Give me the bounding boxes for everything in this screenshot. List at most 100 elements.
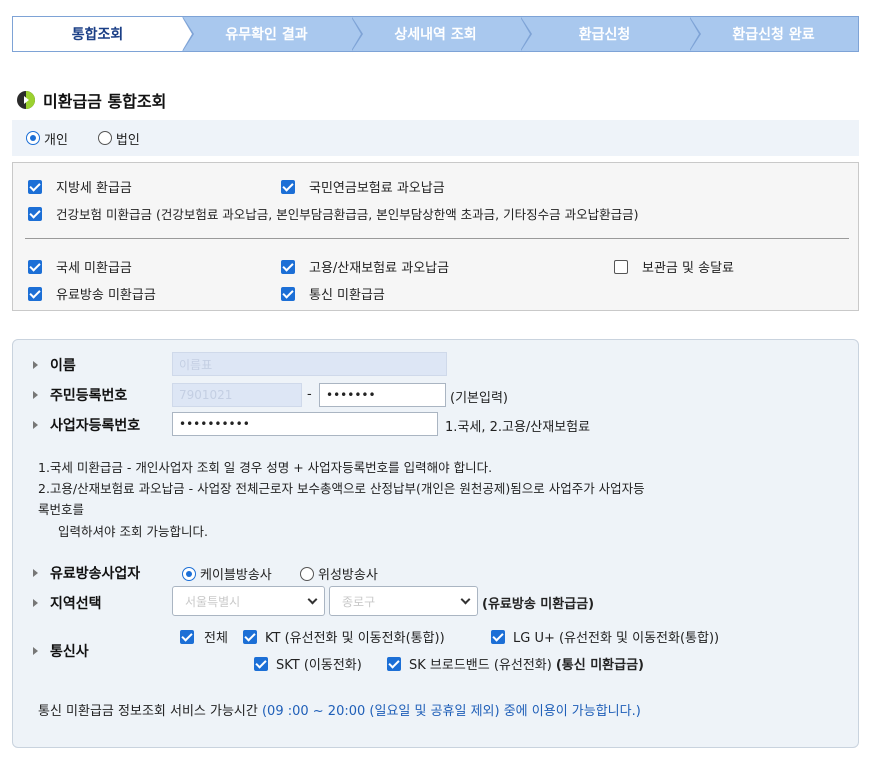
checkbox-label: 건강보험 미환급금 (건강보험료 과오납금, 본인부담금환급금, 본인부담상한액… [56,207,639,222]
name-label-text: 이름 [50,358,76,374]
checkbox-checked-icon [254,656,268,671]
checkbox-label: 국세 미환급금 [56,261,132,276]
checkbox-checked-icon [387,656,401,671]
checkbox-checked-icon [28,179,42,194]
checkbox-telecom-kt[interactable]: KT (유선전화 및 이동전화(통합)) [243,627,445,646]
cable-provider-label-text: 유료방송사업자 [50,566,141,582]
biz-number-value: •••••••••• [179,417,250,431]
rrn-label: 주민등록번호 [33,385,127,405]
rrn-label-text: 주민등록번호 [50,388,128,404]
notice-employment-line2: 록번호를 [38,502,85,517]
step-label: 환급신청 완료 [732,27,815,43]
region-province-value: 서울특별시 [185,594,241,609]
bullet-icon [33,647,38,655]
checkbox-cable[interactable]: 유료방송 미환급금 [28,284,156,303]
step-progress-bar: 통합조회 유무확인 결과 상세내역 조회 환급신청 환급신청 완료 [12,16,859,52]
radio-selected-icon [182,566,196,581]
step-existence-result: 유무확인 결과 [182,17,363,51]
name-value: 이름표 [179,357,213,372]
radio-corporate-label: 법인 [115,132,140,148]
chevron-down-icon [307,594,318,604]
step-refund-request: 환급신청 [520,17,701,51]
checkbox-telecom[interactable]: 통신 미환급금 [281,284,385,303]
notice-employment-line1: 2.고용/산재보험료 과오납금 - 사업장 전체근로자 보수총액으로 산정납부(… [38,481,645,496]
telecom-note: (통신 미환급금) [555,658,644,673]
telecom-label-text: 통신사 [50,644,89,660]
checkbox-telecom-skb[interactable]: SK 브로드밴드 (유선전화) (통신 미환급금) [387,654,644,673]
checkbox-telecom-skt[interactable]: SKT (이동전화) [254,654,362,673]
notice-national-tax: 1.국세 미환급금 - 개인사업자 조회 일 경우 성명 + 사업자등록번호를 … [38,460,493,475]
checkbox-label: 유료방송 미환급금 [56,288,156,303]
bullet-icon [33,599,38,607]
radio-satellite-label: 위성방송사 [318,568,378,583]
cable-provider-label: 유료방송사업자 [33,563,140,583]
rrn-front-value: 7901021 [179,388,233,402]
inquiry-form-panel: 이름 이름표 주민등록번호 7901021 - ••••••• (기본입력) 사… [12,339,859,748]
rrn-back-input[interactable]: ••••••• [319,383,446,407]
biz-number-input[interactable]: •••••••••• [172,412,438,436]
refund-category-panel: 지방세 환급금 국민연금보험료 과오납금 건강보험 미환급금 (건강보험료 과오… [12,162,859,311]
region-province-select[interactable]: 서울특별시 [172,586,325,616]
divider [25,238,849,239]
bullet-icon [33,361,38,369]
checkbox-checked-icon [28,286,42,301]
checkbox-health-insurance[interactable]: 건강보험 미환급금 (건강보험료 과오납금, 본인부담금환급금, 본인부담상한액… [28,204,638,223]
service-hours-notice: 통신 미환급금 정보조회 서비스 가능시간 (09 :00 ~ 20:00 (일… [38,700,641,719]
radio-satellite-broadcaster[interactable]: 위성방송사 [300,564,378,583]
checkbox-telecom-all[interactable]: 전체 [180,627,228,646]
radio-personal-label: 개인 [44,132,68,148]
step-integrated-inquiry: 통합조회 [13,17,194,51]
radio-personal[interactable]: 개인 [26,129,68,148]
chevron-down-icon [460,594,471,604]
rrn-front-input[interactable]: 7901021 [172,383,302,407]
checkbox-label: SKT (이동전화) [276,658,362,673]
checkbox-label: 전체 [204,631,228,646]
radio-cable-label: 케이블방송사 [200,568,272,583]
checkbox-deposit-fee[interactable]: 보관금 및 송달료 [614,257,734,276]
step-label: 상세내역 조회 [394,27,477,43]
region-label-text: 지역선택 [50,596,102,612]
step-label: 유무확인 결과 [225,27,308,43]
checkbox-pension[interactable]: 국민연금보험료 과오납금 [281,177,445,196]
rrn-note: (기본입력) [450,391,508,406]
region-district-value: 종로구 [342,594,376,609]
checkbox-employment-insurance[interactable]: 고용/산재보험료 과오납금 [281,257,449,276]
applicant-type-row: 개인 법인 [12,120,859,156]
notice-employment-line3: 입력하셔야 조회 가능합니다. [58,524,208,539]
step-label: 통합조회 [71,27,124,43]
checkbox-checked-icon [180,629,194,644]
checkbox-label: SK 브로드밴드 (유선전화) [409,658,552,673]
radio-unselected-icon [300,566,314,581]
checkbox-checked-icon [28,206,42,221]
checkbox-unchecked-icon [614,259,628,274]
checkbox-telecom-lgu[interactable]: LG U+ (유선전화 및 이동전화(통합)) [491,627,719,646]
checkbox-label: 지방세 환급금 [56,181,132,196]
bullet-icon [33,421,38,429]
half-circle-icon [17,91,35,109]
bullet-icon [33,569,38,577]
biz-number-label-text: 사업자등록번호 [50,418,141,434]
checkbox-checked-icon [491,629,505,644]
checkbox-national-tax[interactable]: 국세 미환급금 [28,257,132,276]
checkbox-label: 고용/산재보험료 과오납금 [309,261,450,276]
step-refund-complete: 환급신청 완료 [689,17,858,51]
checkbox-checked-icon [281,259,295,274]
checkbox-label: 통신 미환급금 [309,288,385,303]
radio-corporate[interactable]: 법인 [97,129,140,148]
checkbox-label: KT (유선전화 및 이동전화(통합)) [265,631,445,646]
checkbox-label: LG U+ (유선전화 및 이동전화(통합)) [513,631,720,646]
region-note: (유료방송 미환급금) [482,597,595,612]
service-hours-prefix: 통신 미환급금 정보조회 서비스 가능시간 [38,704,262,719]
step-label: 환급신청 [578,27,631,43]
region-district-select[interactable]: 종로구 [329,586,478,616]
name-input[interactable]: 이름표 [172,352,447,376]
checkbox-local-tax[interactable]: 지방세 환급금 [28,177,132,196]
checkbox-checked-icon [28,259,42,274]
checkbox-label: 국민연금보험료 과오납금 [309,181,445,196]
section-header: 미환급금 통합조회 [16,88,166,112]
rrn-back-value: ••••••• [326,388,376,402]
checkbox-checked-icon [281,179,295,194]
checkbox-checked-icon [281,286,295,301]
service-hours-time: (09 :00 ~ 20:00 (일요일 및 공휴일 제외) 중에 이용이 가능… [261,704,641,719]
radio-cable-broadcaster[interactable]: 케이블방송사 [182,564,272,583]
